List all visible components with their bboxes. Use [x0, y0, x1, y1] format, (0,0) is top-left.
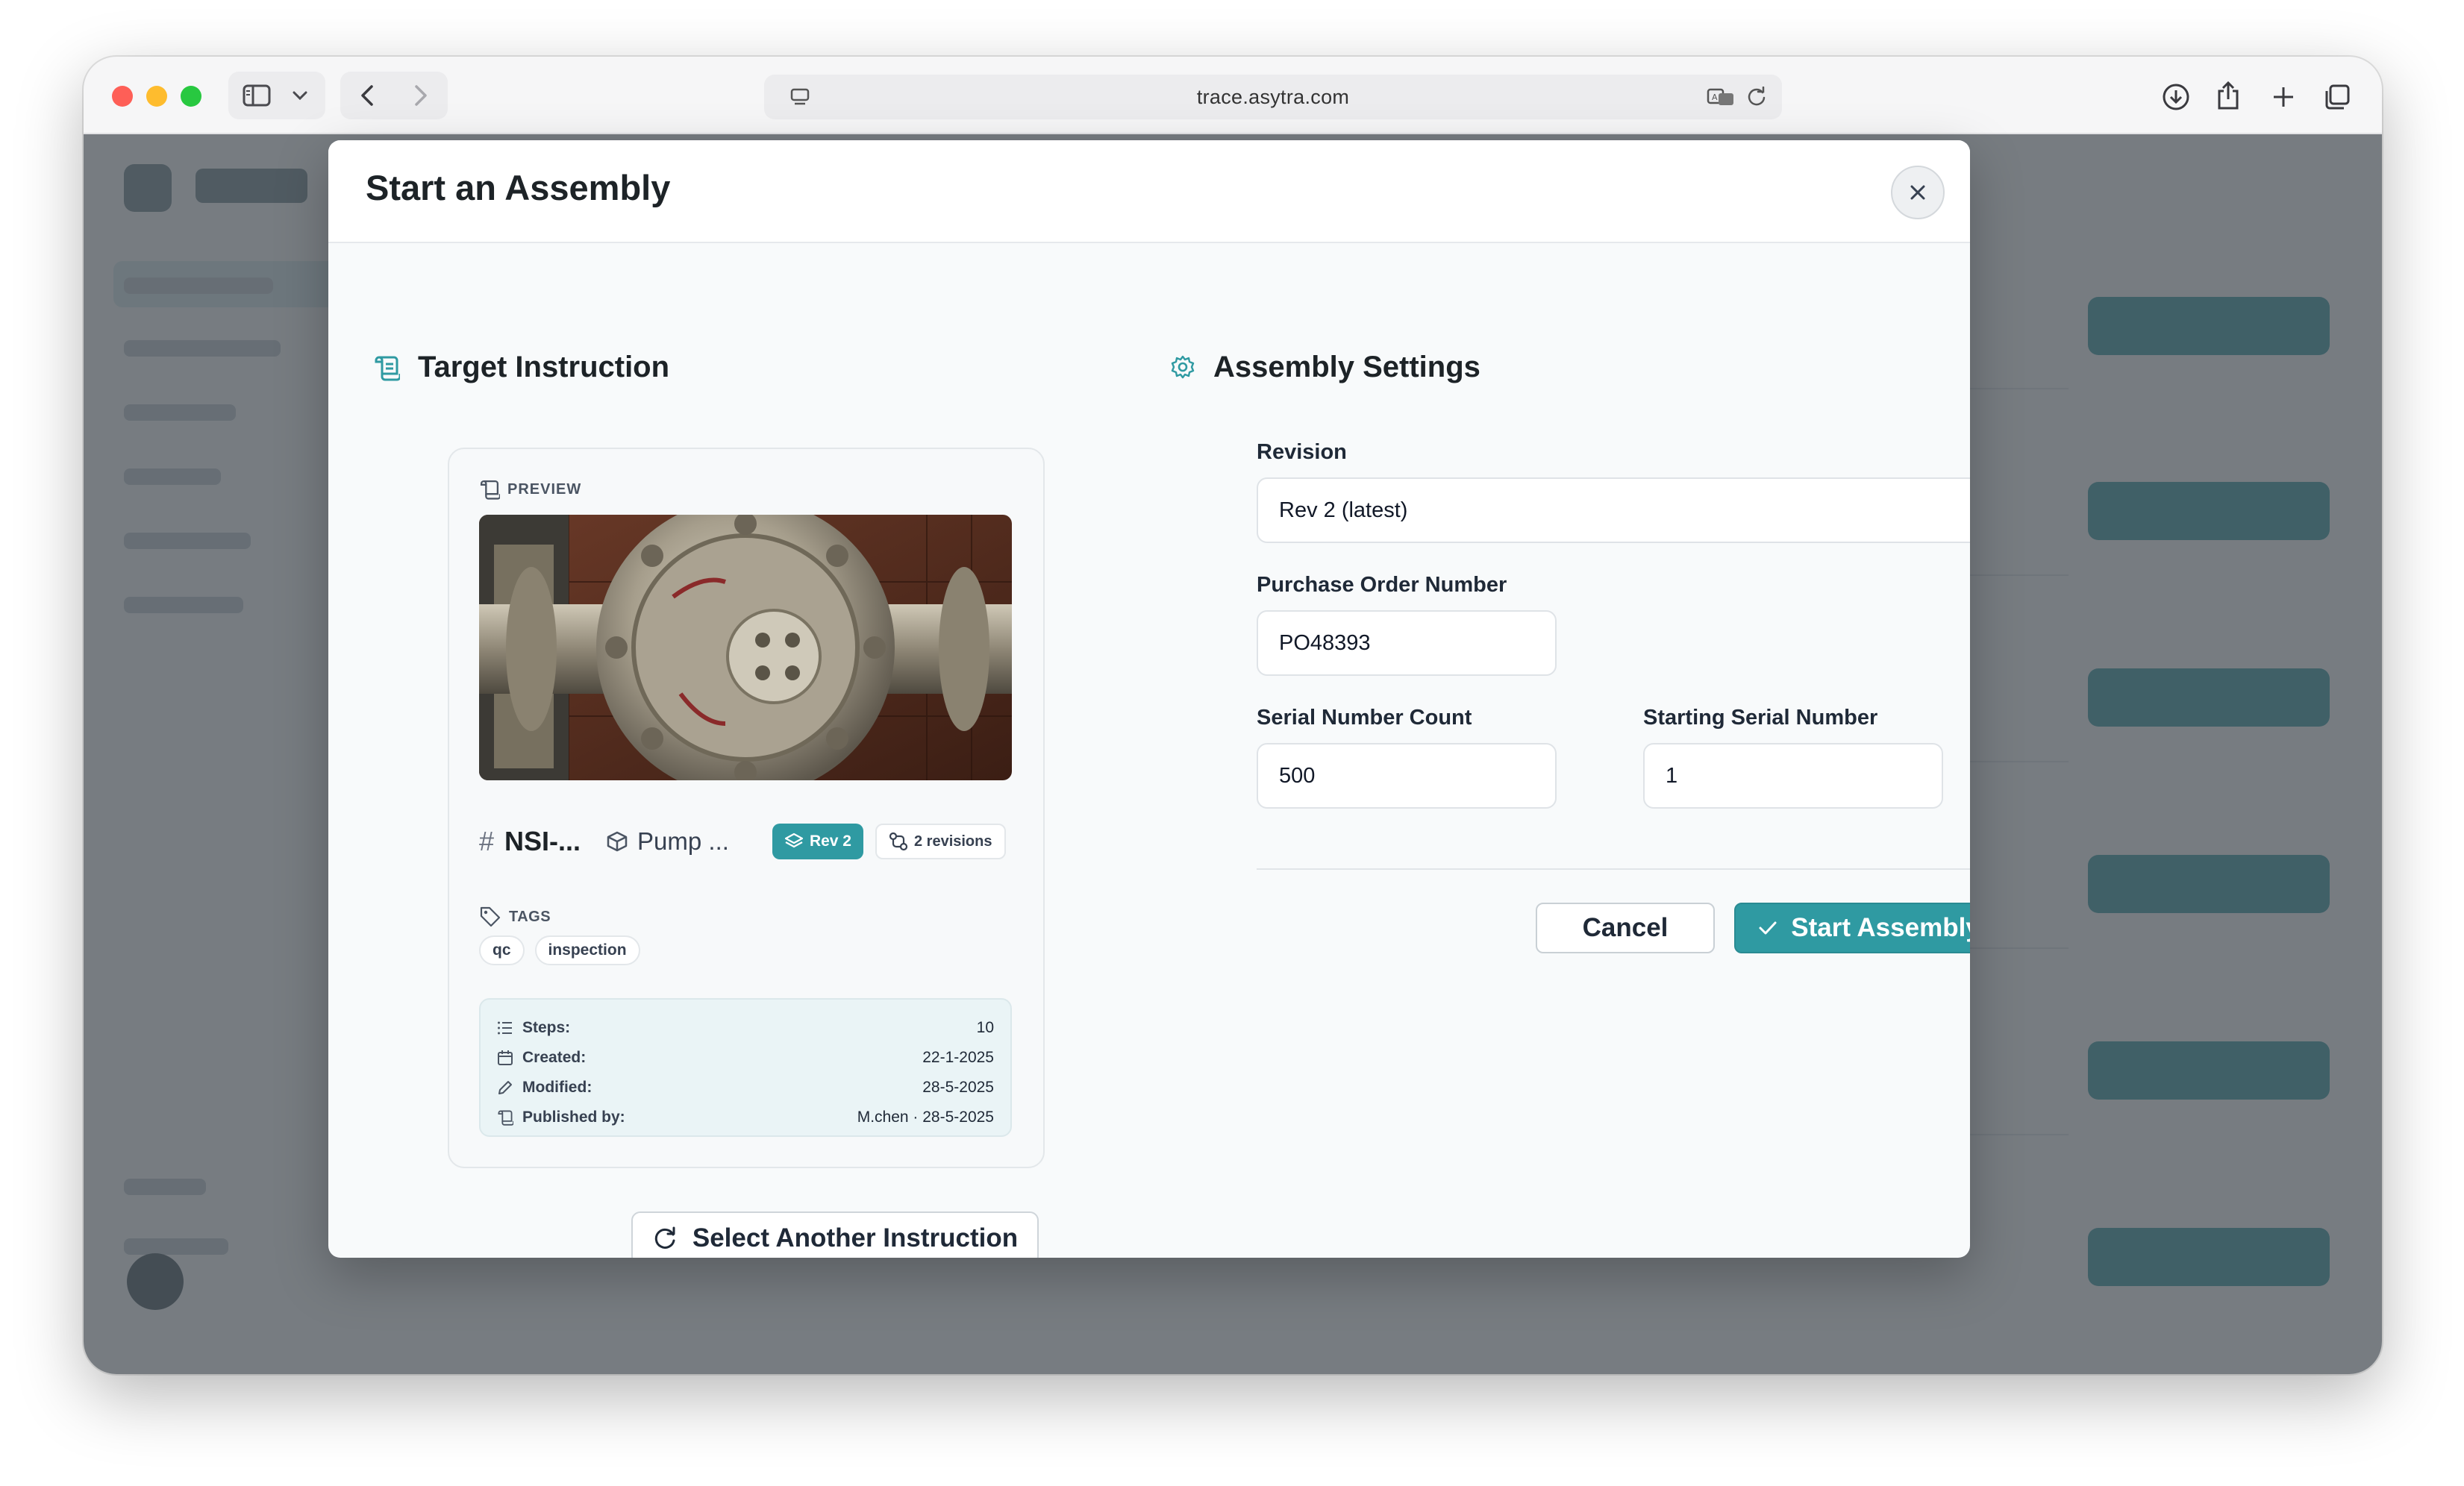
assembly-settings-title: Assembly Settings: [1213, 351, 1480, 383]
minimize-window-button[interactable]: [146, 86, 167, 107]
revisions-count-badge[interactable]: 2 revisions: [875, 824, 1006, 859]
close-modal-button[interactable]: [1891, 166, 1945, 219]
start-assembly-label: Start Assembly: [1791, 913, 1970, 942]
check-icon: [1759, 921, 1777, 935]
target-instruction-heading: Target Instruction: [373, 351, 669, 384]
stat-key: Created:: [522, 1049, 587, 1066]
layers-icon: [784, 833, 804, 848]
list-icon: [498, 1021, 512, 1035]
cancel-button[interactable]: Cancel: [1536, 903, 1715, 953]
target-instruction-title: Target Instruction: [418, 351, 670, 383]
scroll-icon: [480, 480, 500, 500]
instruction-meta-row: # NSI-... Pump ... Rev 2 2 revisions: [479, 819, 1013, 864]
new-tab-icon[interactable]: [2267, 81, 2300, 113]
revision-select[interactable]: Rev 2 (latest): [1257, 477, 1970, 543]
browser-toolbar: trace.asytra.com A: [84, 57, 2382, 134]
download-icon[interactable]: [2160, 81, 2192, 113]
product-name-text: Pump ...: [637, 827, 729, 855]
sidebar-toggle-icon[interactable]: [240, 79, 273, 112]
stat-value: 10: [976, 1019, 994, 1036]
select-another-label: Select Another Instruction: [692, 1223, 1019, 1253]
close-window-button[interactable]: [112, 86, 133, 107]
instruction-thumbnail-image: [479, 515, 1012, 780]
tags-label-text: TAGS: [509, 908, 551, 925]
revision-badge: Rev 2: [772, 824, 863, 859]
product-name: Pump ...: [606, 827, 729, 856]
stat-row-steps: Steps: 10: [497, 1013, 994, 1043]
svg-text:A: A: [1712, 93, 1718, 102]
tag-list: qc inspection: [479, 935, 651, 965]
modal-title: Start an Assembly: [366, 168, 671, 207]
stat-row-created: Created: 22-1-2025: [497, 1043, 994, 1073]
preview-label-text: PREVIEW: [507, 480, 582, 498]
assembly-settings-heading: Assembly Settings: [1170, 351, 1480, 384]
translate-icon[interactable]: A: [1706, 85, 1736, 109]
tabs-overview-icon[interactable]: [2321, 81, 2354, 113]
pencil-icon: [498, 1081, 512, 1094]
back-arrow-icon[interactable]: [351, 79, 384, 112]
reload-icon[interactable]: [1743, 85, 1770, 109]
preview-label: PREVIEW: [479, 479, 581, 500]
serial-number-count-input[interactable]: 500: [1257, 743, 1557, 809]
stat-key: Modified:: [522, 1079, 592, 1096]
close-icon: [1910, 185, 1925, 200]
purchase-order-input[interactable]: PO48393: [1257, 610, 1557, 676]
revisions-count-text: 2 revisions: [913, 833, 992, 850]
refresh-icon: [654, 1226, 675, 1249]
purchase-order-label: Purchase Order Number: [1257, 573, 1507, 597]
stat-row-published: Published by: M.chen · 28-5-2025: [497, 1103, 994, 1132]
revision-badge-text: Rev 2: [809, 833, 851, 850]
starting-serial-number-input[interactable]: 1: [1643, 743, 1943, 809]
chevron-down-icon: [1969, 501, 1970, 519]
stat-row-modified: Modified: 28-5-2025: [497, 1073, 994, 1103]
chevron-down-icon[interactable]: [287, 84, 313, 107]
stat-value: 22-1-2025: [922, 1049, 994, 1066]
package-icon: [607, 831, 628, 852]
instruction-id: NSI-...: [504, 826, 581, 856]
serial-number-count-value: 500: [1279, 763, 1316, 788]
stat-key: Published by:: [522, 1109, 625, 1126]
revision-select-value: Rev 2 (latest): [1279, 498, 1408, 522]
url-text: trace.asytra.com: [1196, 85, 1350, 108]
stat-value: 28-5-2025: [922, 1079, 994, 1096]
stat-value: M.chen · 28-5-2025: [857, 1109, 994, 1126]
form-divider: [1257, 868, 1970, 870]
tag-chip[interactable]: inspection: [534, 935, 640, 965]
starting-serial-number-label: Starting Serial Number: [1643, 706, 1878, 730]
modal-header: Start an Assembly: [328, 140, 1970, 243]
start-assembly-modal: Start an Assembly Target Instruction PRE…: [328, 140, 1970, 1258]
tag-icon: [480, 906, 501, 927]
select-another-instruction-button[interactable]: Select Another Instruction: [631, 1211, 1039, 1258]
instruction-preview-card: PREVIEW # NSI-... Pump ... Rev 2 2 revis…: [448, 448, 1045, 1168]
forward-arrow-icon[interactable]: [404, 79, 437, 112]
starting-serial-number-value: 1: [1666, 763, 1678, 788]
revision-label: Revision: [1257, 440, 1347, 464]
calendar-icon: [498, 1050, 513, 1065]
start-assembly-button[interactable]: Start Assembly: [1734, 903, 1970, 953]
publish-icon: [498, 1110, 513, 1126]
zoom-window-button[interactable]: [181, 86, 201, 107]
instruction-stats-panel: Steps: 10 Created: 22-1-2025 Modified: 2…: [479, 998, 1012, 1137]
stat-key: Steps:: [522, 1019, 571, 1036]
serial-number-count-label: Serial Number Count: [1257, 706, 1472, 730]
purchase-order-value: PO48393: [1279, 630, 1371, 655]
share-icon[interactable]: [2212, 78, 2245, 113]
tag-chip[interactable]: qc: [479, 935, 525, 965]
address-bar[interactable]: trace.asytra.com A: [764, 75, 1782, 119]
scroll-icon: [373, 354, 400, 381]
tags-label: TAGS: [479, 906, 551, 928]
git-compare-icon: [889, 832, 908, 851]
hash-icon: #: [479, 826, 495, 856]
gear-icon: [1170, 354, 1197, 381]
